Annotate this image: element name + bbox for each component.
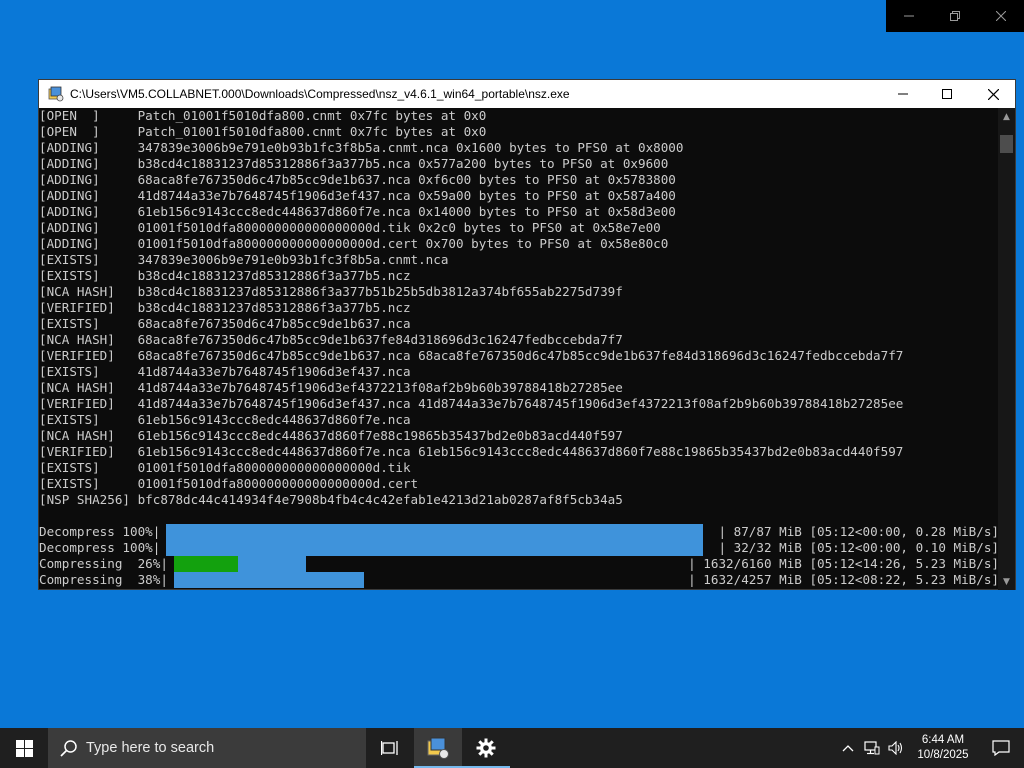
progress-label: Decompress 100%|: [39, 540, 161, 555]
nsz-app-icon: [48, 86, 64, 102]
console-output: [OPEN ] Patch_01001f5010dfa800.cnmt 0x7f…: [39, 108, 999, 590]
taskbar: Type here to search 6:44 AM 10/8/2025: [0, 728, 1024, 768]
progress-label: Compressing 38%|: [39, 572, 168, 587]
start-button[interactable]: [0, 728, 48, 768]
nsz-app-icon: [427, 737, 449, 759]
progress-fill: [174, 556, 238, 572]
host-minimize-button[interactable]: [886, 0, 932, 32]
search-icon: [60, 739, 78, 757]
close-button[interactable]: [970, 80, 1016, 108]
taskbar-settings-app[interactable]: [462, 728, 510, 768]
windows-logo-icon: [15, 739, 33, 757]
progress-stats: | 32/32 MiB [05:12<00:00, 0.10 MiB/s]: [718, 540, 999, 555]
console-line: [ADDING] 61eb156c9143ccc8edc448637d860f7…: [39, 204, 676, 219]
console-line: [EXISTS] 01001f5010dfa800000000000000000…: [39, 476, 419, 491]
console-line: [ADDING] 01001f5010dfa800000000000000000…: [39, 220, 661, 235]
show-hidden-icons-button[interactable]: [836, 744, 860, 752]
progress-label: Compressing 26%|: [39, 556, 168, 571]
host-window-controls: [886, 0, 1024, 32]
taskbar-nsz-app[interactable]: [414, 728, 462, 768]
system-tray: 6:44 AM 10/8/2025: [836, 728, 1024, 768]
console-line: [VERIFIED] 41d8744a33e7b7648745f1906d3ef…: [39, 396, 904, 411]
progress-row: Decompress 100%| | 87/87 MiB [05:12<00:00…: [39, 524, 999, 540]
console-line: [EXISTS] 61eb156c9143ccc8edc448637d860f7…: [39, 412, 411, 427]
console-titlebar[interactable]: C:\Users\VM5.COLLABNET.000\Downloads\Com…: [39, 80, 1015, 108]
close-icon: [987, 88, 999, 100]
console-window: C:\Users\VM5.COLLABNET.000\Downloads\Com…: [38, 79, 1016, 590]
progress-stats: | 1632/6160 MiB [05:12<14:26, 5.23 MiB/s…: [688, 556, 999, 571]
gear-icon: [476, 738, 496, 758]
taskbar-search-box[interactable]: Type here to search: [48, 728, 366, 768]
volume-button[interactable]: [884, 741, 908, 755]
progress-row: Compressing 26%| | 1632/6160 MiB [05:12<1…: [39, 556, 999, 572]
clock-date: 10/8/2025: [917, 749, 969, 761]
notification-icon: [992, 740, 1010, 756]
progress-secondary-fill: [174, 572, 364, 588]
action-center-button[interactable]: [978, 728, 1024, 768]
console-line: [NCA HASH] b38cd4c18831237d85312886f3a37…: [39, 284, 623, 299]
console-line: [NCA HASH] 41d8744a33e7b7648745f1906d3ef…: [39, 380, 623, 395]
console-line: [EXISTS] 01001f5010dfa800000000000000000…: [39, 460, 411, 475]
scroll-up-arrow-icon[interactable]: ▲: [998, 108, 1015, 125]
progress-fill: [166, 540, 703, 556]
progress-stats: | 87/87 MiB [05:12<00:00, 0.28 MiB/s]: [718, 524, 999, 539]
progress-row: Compressing 38%| | 1632/4257 MiB [05:12<0…: [39, 572, 999, 588]
console-line: [EXISTS] 347839e3006b9e791e0b93b1fc3f8b5…: [39, 252, 449, 267]
console-line: [OPEN ] Patch_01001f5010dfa800.cnmt 0x7f…: [39, 124, 487, 139]
vertical-scrollbar[interactable]: ▲ ▼: [998, 108, 1015, 590]
console-line: [VERIFIED] b38cd4c18831237d85312886f3a37…: [39, 300, 411, 315]
maximize-button[interactable]: [924, 80, 970, 108]
network-button[interactable]: [860, 741, 884, 755]
minimize-button[interactable]: [880, 80, 926, 108]
console-line: [NSP SHA256] bfc878dc44c414934f4e7908b4f…: [39, 492, 623, 507]
console-line: [ADDING] 347839e3006b9e791e0b93b1fc3f8b5…: [39, 140, 684, 155]
close-icon: [996, 11, 1006, 21]
console-line: [VERIFIED] 61eb156c9143ccc8edc448637d860…: [39, 444, 904, 459]
console-line: [VERIFIED] 68aca8fe767350d6c47b85cc9de1b…: [39, 348, 904, 363]
minimize-icon: [898, 93, 908, 95]
progress-row: Decompress 100%| | 32/32 MiB [05:12<00:00…: [39, 540, 999, 556]
console-line: [NCA HASH] 68aca8fe767350d6c47b85cc9de1b…: [39, 332, 623, 347]
progress-label: Decompress 100%|: [39, 524, 161, 539]
minimize-icon: [904, 15, 914, 17]
host-restore-button[interactable]: [932, 0, 978, 32]
console-line: [ADDING] 68aca8fe767350d6c47b85cc9de1b63…: [39, 172, 676, 187]
host-close-button[interactable]: [978, 0, 1024, 32]
speaker-icon: [888, 741, 903, 755]
chevron-up-icon: [842, 745, 854, 752]
progress-fill: [166, 524, 703, 540]
task-view-icon: [381, 741, 398, 755]
console-line: [ADDING] 41d8744a33e7b7648745f1906d3ef43…: [39, 188, 676, 203]
search-placeholder: Type here to search: [86, 740, 215, 756]
network-icon: [864, 741, 880, 755]
console-line: [ADDING] 01001f5010dfa800000000000000000…: [39, 236, 669, 251]
console-line: [EXISTS] b38cd4c18831237d85312886f3a377b…: [39, 268, 411, 283]
console-line: [ADDING] b38cd4c18831237d85312886f3a377b…: [39, 156, 669, 171]
maximize-icon: [942, 89, 952, 99]
console-line: [NCA HASH] 61eb156c9143ccc8edc448637d860…: [39, 428, 623, 443]
restore-icon: [950, 11, 960, 21]
console-line: [EXISTS] 68aca8fe767350d6c47b85cc9de1b63…: [39, 316, 411, 331]
progress-stats: | 1632/4257 MiB [05:12<08:22, 5.23 MiB/s…: [688, 572, 999, 587]
console-line: [EXISTS] 41d8744a33e7b7648745f1906d3ef43…: [39, 364, 411, 379]
clock-time: 6:44 AM: [921, 734, 965, 746]
scrollbar-thumb[interactable]: [1000, 135, 1013, 153]
taskbar-clock[interactable]: 6:44 AM 10/8/2025: [908, 733, 978, 763]
window-title: C:\Users\VM5.COLLABNET.000\Downloads\Com…: [70, 87, 570, 101]
console-line: [OPEN ] Patch_01001f5010dfa800.cnmt 0x7f…: [39, 108, 487, 123]
task-view-button[interactable]: [366, 728, 414, 768]
scroll-down-arrow-icon[interactable]: ▼: [998, 573, 1015, 590]
